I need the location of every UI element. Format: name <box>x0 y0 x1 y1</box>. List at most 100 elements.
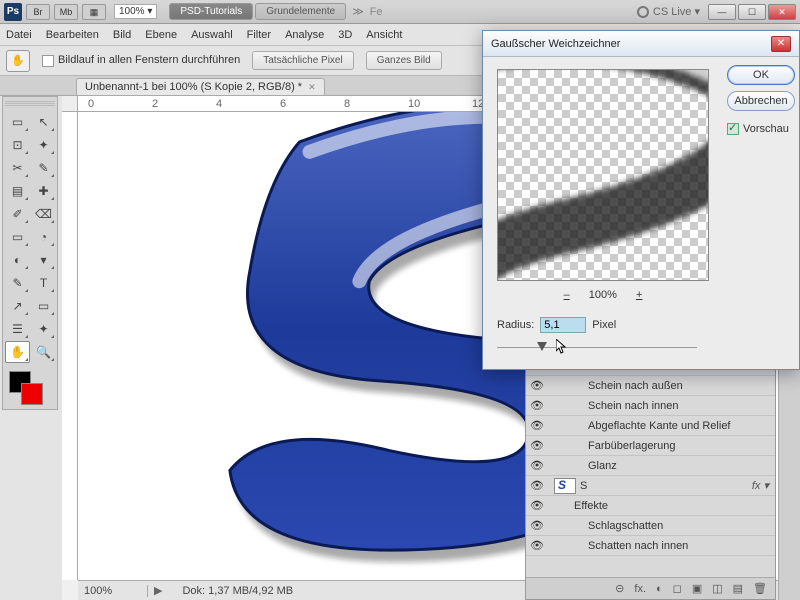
menu-datei[interactable]: Datei <box>6 29 32 41</box>
panel-grip[interactable] <box>5 101 55 107</box>
layer-effect-row[interactable]: 👁Farbüberlagerung <box>526 436 775 456</box>
preview-checkbox[interactable]: Vorschau <box>727 123 789 135</box>
tool-4[interactable]: ✂ <box>5 157 30 179</box>
tool-14[interactable]: ✎ <box>5 272 30 294</box>
layer-effect-row[interactable]: 👁Schlagschatten <box>526 516 775 536</box>
layers-footer-icon[interactable]: 🗑 <box>753 582 767 595</box>
tool-13[interactable]: ▾ <box>31 249 56 271</box>
layers-footer-icon[interactable]: ▣ <box>692 582 702 595</box>
layers-footer-icon[interactable]: ▤ <box>733 582 743 595</box>
visibility-eye-icon[interactable]: 👁 <box>526 459 548 472</box>
fit-screen-button[interactable]: Ganzes Bild <box>366 51 442 70</box>
workspace-tabs-more[interactable]: ≫ <box>352 5 364 18</box>
ruler-origin-box[interactable] <box>62 96 78 112</box>
workspace-tab-psdtutorials[interactable]: PSD-Tutorials <box>169 3 253 20</box>
menu-ebene[interactable]: Ebene <box>145 29 177 41</box>
visibility-eye-icon[interactable]: 👁 <box>526 399 548 412</box>
document-tab[interactable]: Unbenannt-1 bei 100% (S Kopie 2, RGB/8) … <box>76 78 325 95</box>
hand-tool-icon[interactable]: ✋ <box>6 50 30 72</box>
dialog-close-button[interactable]: ✕ <box>771 36 791 52</box>
tool-6[interactable]: ▤ <box>5 180 30 202</box>
tool-15[interactable]: T <box>31 272 56 294</box>
menu-3d[interactable]: 3D <box>338 29 352 41</box>
ruler-mark: 2 <box>152 98 158 110</box>
visibility-eye-icon[interactable]: 👁 <box>526 439 548 452</box>
tool-18[interactable]: ☰ <box>5 318 30 340</box>
workspace-tab-grundelemente[interactable]: Grundelemente <box>255 3 346 20</box>
tool-19[interactable]: ✦ <box>31 318 56 340</box>
layer-thumbnail[interactable] <box>554 478 576 494</box>
tool-10[interactable]: ▭ <box>5 226 30 248</box>
zoom-out-button[interactable]: – <box>560 289 574 301</box>
visibility-eye-icon[interactable]: 👁 <box>526 499 548 512</box>
ok-button[interactable]: OK <box>727 65 795 85</box>
tool-17[interactable]: ▭ <box>31 295 56 317</box>
menu-bild[interactable]: Bild <box>113 29 131 41</box>
window-maximize-button[interactable]: ☐ <box>738 4 766 20</box>
status-docsize[interactable]: Dok: 1,37 MB/4,92 MB <box>168 585 293 597</box>
ruler-mark: 8 <box>344 98 350 110</box>
layer-effect-row[interactable]: 👁Schein nach außen <box>526 376 775 396</box>
bridge-button[interactable]: Br <box>26 4 50 20</box>
vertical-ruler[interactable] <box>62 112 78 580</box>
tool-7[interactable]: ✚ <box>31 180 56 202</box>
layers-footer-icon[interactable]: ◐ <box>656 583 663 595</box>
status-zoom[interactable]: 100% <box>78 585 148 597</box>
radius-input[interactable] <box>540 317 586 333</box>
zoom-dropdown[interactable]: 100% ▾ <box>114 4 157 19</box>
layer-effect-row[interactable]: 👁Schatten nach innen <box>526 536 775 556</box>
visibility-eye-icon[interactable]: 👁 <box>526 519 548 532</box>
radius-slider[interactable] <box>497 341 697 355</box>
tool-8[interactable]: ✐ <box>5 203 30 225</box>
tool-11[interactable]: ◔ <box>31 226 56 248</box>
layers-footer-icon[interactable]: ◫ <box>712 582 722 595</box>
scroll-all-windows-checkbox[interactable]: Bildlauf in allen Fenstern durchführen <box>42 54 240 66</box>
cs-live-button[interactable]: CS Live ▾ <box>637 5 700 18</box>
tool-12[interactable]: ◐ <box>5 249 30 271</box>
status-arrow-icon[interactable]: ▶ <box>148 584 168 597</box>
menu-filter[interactable]: Filter <box>247 29 271 41</box>
layer-effects-header[interactable]: 👁 Effekte <box>526 496 775 516</box>
ruler-mark: 6 <box>280 98 286 110</box>
visibility-eye-icon[interactable]: 👁 <box>526 419 548 432</box>
background-color-swatch[interactable] <box>21 383 43 405</box>
layers-footer-icon[interactable]: ⊝ <box>615 582 624 595</box>
tool-5[interactable]: ✎ <box>31 157 56 179</box>
tool-16[interactable]: ↗ <box>5 295 30 317</box>
layer-effect-row[interactable]: 👁 Schein nach innen <box>526 396 775 416</box>
visibility-eye-icon[interactable]: 👁 <box>526 479 548 492</box>
layer-effect-row[interactable]: 👁Glanz <box>526 456 775 476</box>
tool-9[interactable]: ⌫ <box>31 203 56 225</box>
cancel-button[interactable]: Abbrechen <box>727 91 795 111</box>
menu-auswahl[interactable]: Auswahl <box>191 29 233 41</box>
dialog-titlebar[interactable]: Gaußscher Weichzeichner ✕ <box>483 31 799 57</box>
minibridge-button[interactable]: Mb <box>54 4 78 20</box>
viewmode-button[interactable]: ▦ <box>82 4 106 20</box>
visibility-eye-icon[interactable]: 👁 <box>526 539 548 552</box>
color-swatches[interactable] <box>5 369 55 405</box>
layer-fx-badge[interactable]: fx ▾ <box>752 479 769 492</box>
menu-ansicht[interactable]: Ansicht <box>366 29 402 41</box>
slider-thumb[interactable] <box>537 342 547 351</box>
layers-footer-icon[interactable]: ◻ <box>673 582 682 595</box>
effect-label: Schein nach innen <box>588 400 679 412</box>
tool-2[interactable]: ⊡ <box>5 134 30 156</box>
visibility-eye-icon[interactable]: 👁 <box>526 379 548 392</box>
layers-footer-icon[interactable]: fx. <box>634 583 646 595</box>
layer-effect-row[interactable]: 👁Abgeflachte Kante und Relief <box>526 416 775 436</box>
actual-pixels-button[interactable]: Tatsächliche Pixel <box>252 51 353 70</box>
window-close-button[interactable]: ✕ <box>768 4 796 20</box>
tool-1[interactable]: ↖ <box>31 111 56 133</box>
zoom-in-button[interactable]: + <box>632 289 646 301</box>
tool-3[interactable]: ✦ <box>31 134 56 156</box>
menu-analyse[interactable]: Analyse <box>285 29 324 41</box>
tool-20[interactable]: ✋ <box>5 341 30 363</box>
layer-row-s[interactable]: 👁 S fx ▾ <box>526 476 775 496</box>
tool-0[interactable]: ▭ <box>5 111 30 133</box>
checkbox-icon <box>727 123 739 135</box>
tool-21[interactable]: 🔍 <box>31 341 56 363</box>
blur-preview[interactable] <box>497 69 709 281</box>
window-minimize-button[interactable]: — <box>708 4 736 20</box>
document-tab-close-icon[interactable]: ✕ <box>308 82 316 93</box>
menu-bearbeiten[interactable]: Bearbeiten <box>46 29 99 41</box>
